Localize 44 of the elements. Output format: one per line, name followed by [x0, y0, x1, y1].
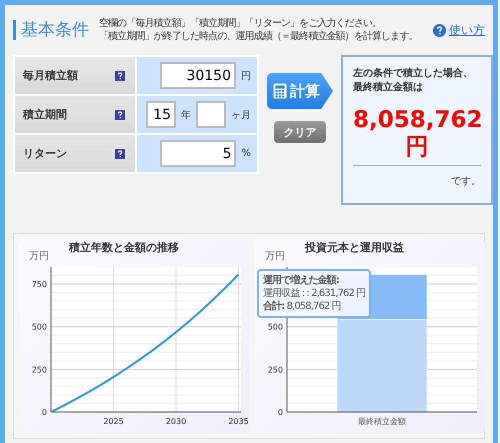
unit-label: 円: [241, 70, 251, 82]
input-field[interactable]: 5: [160, 140, 236, 167]
chart-title: 投資元本と運用収益: [305, 240, 404, 256]
tooltip-text: 合計: 8,058,762 円: [263, 300, 342, 313]
currency-label: 円: [353, 133, 481, 166]
result-caption: 左の条件で積立した場合、: [353, 67, 474, 81]
result-suffix: です。: [450, 175, 481, 188]
input-field[interactable]: 15: [146, 101, 176, 128]
section-title: 基本条件: [13, 20, 89, 40]
help-icon: [115, 70, 125, 80]
axis-label: 0: [42, 408, 47, 417]
help-link[interactable]: 使い方: [433, 22, 485, 38]
axis-label: 2025: [103, 417, 124, 426]
field-label: リターン: [23, 146, 67, 161]
axis-label: 0: [278, 408, 283, 417]
instruction-text: 空欄の「毎月積立額」「積立期間」「リターン」をご入力ください。: [99, 17, 382, 30]
help-icon: [115, 148, 125, 158]
axis-label: 2030: [166, 417, 186, 426]
result-caption: 最終積立金額は: [353, 81, 424, 95]
help-icon: [115, 110, 125, 120]
unit-label: ヶ月: [231, 108, 251, 122]
axis-label: 250: [32, 365, 47, 374]
axis-label: 750: [32, 280, 47, 290]
axis-label: 最終積立金額: [358, 417, 406, 426]
axis-label: 250: [268, 365, 283, 374]
result-amount: 8,058,762: [353, 107, 481, 133]
tooltip-title: 運用で増えた金額:: [263, 274, 340, 287]
axis-label: 2035: [228, 417, 249, 426]
clear-button[interactable]: クリア: [274, 121, 326, 143]
unit-label: 年: [181, 108, 191, 122]
tooltip-text: 運用収益 : : 2,631,762 円: [263, 287, 366, 300]
axis-unit: 万円: [29, 250, 50, 263]
chart-title: 積立年数と金額の推移: [69, 240, 179, 256]
unit-label: %: [241, 148, 251, 159]
axis-label: 500: [268, 322, 283, 332]
input-field[interactable]: [196, 101, 226, 128]
instruction-text: 「積立期間」が終了した時点の、運用成績（＝最終積立金額）を計算します。: [99, 30, 419, 43]
field-label: 積立期間: [23, 107, 67, 122]
axis-unit: 万円: [265, 250, 286, 263]
question-icon: [433, 24, 446, 36]
field-label: 毎月積立額: [23, 68, 78, 83]
input-field[interactable]: 30150: [160, 62, 236, 89]
calculator-icon: [273, 83, 287, 99]
axis-label: 500: [32, 322, 47, 332]
